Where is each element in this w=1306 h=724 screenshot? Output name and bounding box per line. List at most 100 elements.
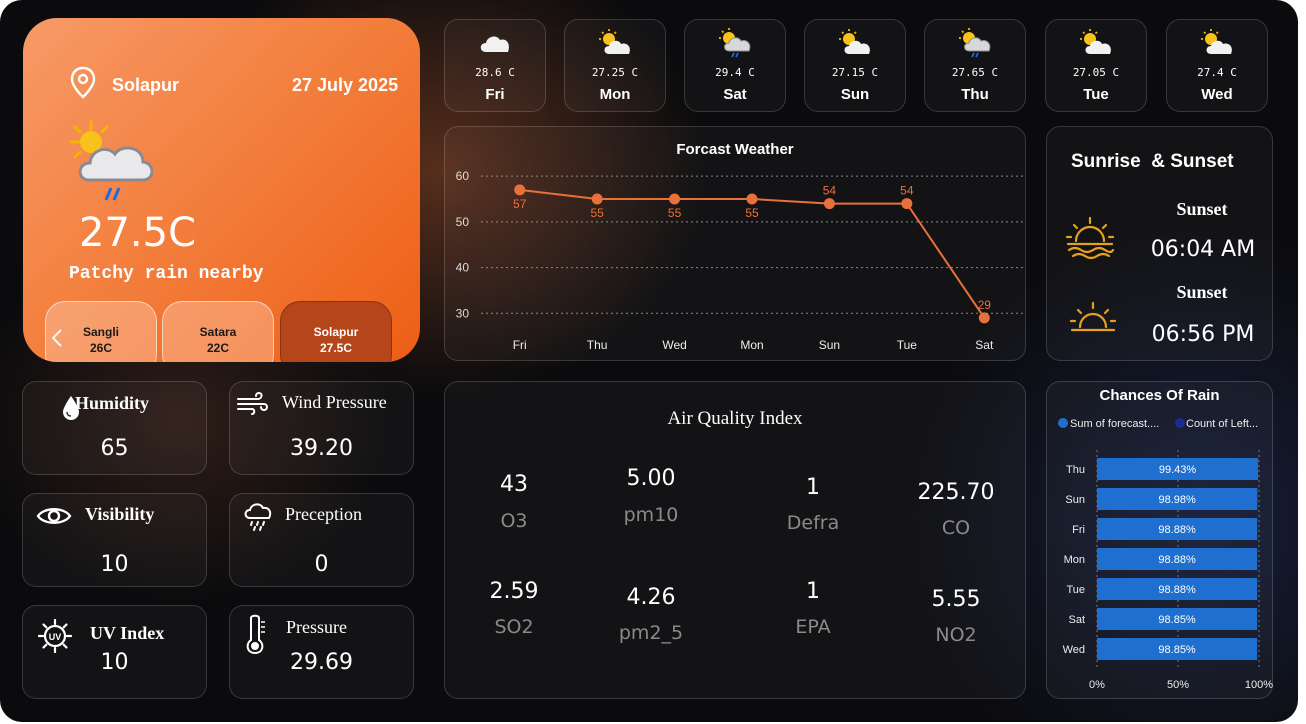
day-name: Wed — [1201, 86, 1233, 103]
aq-pm10-value: 5.00 — [626, 466, 676, 491]
data-point — [591, 193, 603, 205]
x-tick-label: Tue — [897, 338, 918, 352]
data-point — [901, 198, 913, 210]
wind-pressure-label: Wind Pressure — [282, 392, 387, 412]
pressure-label: Pressure — [286, 617, 347, 637]
uv-index-value: 10 — [100, 650, 129, 675]
sunset-icon — [1069, 301, 1117, 332]
day-card-fri[interactable]: 28.6 C Fri — [444, 19, 546, 112]
x-tick-label: Sun — [819, 338, 840, 352]
day-temp: 29.4 C — [715, 66, 755, 79]
y-tick-label: Tue — [1066, 584, 1085, 596]
legend-marker — [1058, 418, 1068, 428]
y-tick-label: 60 — [456, 169, 470, 183]
aq-pm10-label: pm10 — [623, 504, 679, 526]
y-tick-label: 50 — [456, 215, 470, 229]
forecast-chart-card: Forcast Weather 30 40 50 60 57 Fri 55 Thu 55 Wed 5… — [444, 126, 1026, 361]
day-card-tue[interactable]: 27.05 C Tue — [1045, 19, 1147, 112]
x-tick-label: Fri — [513, 338, 527, 352]
city-name: Satara — [199, 325, 237, 339]
uv-sun-icon: UV — [38, 619, 72, 653]
cloud-icon — [480, 36, 509, 52]
legend-marker — [1175, 418, 1185, 428]
current-city: Solapur — [112, 75, 180, 95]
bar-value-label: 99.43% — [1159, 464, 1197, 476]
city-temp: 22C — [206, 341, 229, 355]
sunrise-label: Sunset — [1176, 199, 1228, 219]
city-button-solapur[interactable]: Solapur 27.5C — [280, 301, 392, 362]
y-tick-label: Sat — [1068, 614, 1085, 626]
day-temp: 27.15 C — [831, 66, 879, 79]
bar-value-label: 98.85% — [1158, 614, 1196, 626]
aq-co-value: 225.70 — [917, 480, 995, 505]
legend-label: Sum of forecast.... — [1070, 418, 1159, 430]
city-button-sangli[interactable]: Sangli 26C — [45, 301, 157, 362]
partly-cloudy-icon — [1201, 29, 1232, 54]
city-name: Sangli — [82, 325, 119, 339]
current-weather-card: Solapur 27 July 2025 27.5C Patchy rain n… — [23, 18, 420, 362]
sunset-time: 06:56 PM — [1151, 322, 1255, 347]
bar-value-label: 98.98% — [1159, 494, 1197, 506]
data-point — [746, 193, 758, 205]
day-card-wed[interactable]: 27.4 C Wed — [1166, 19, 1268, 112]
x-tick-label: Wed — [662, 338, 686, 352]
data-label: 57 — [513, 197, 527, 211]
day-temp: 27.25 C — [591, 66, 639, 79]
legend-label: Count of Left... — [1186, 418, 1258, 430]
day-temp: 27.4 C — [1197, 66, 1237, 79]
aq-co-label: CO — [941, 517, 971, 539]
day-name: Mon — [599, 86, 631, 103]
day-card-thu[interactable]: 27.65 C Thu — [924, 19, 1026, 112]
y-tick-label: Fri — [1072, 524, 1085, 536]
day-name: Tue — [1083, 86, 1109, 103]
data-label: 55 — [590, 206, 604, 220]
sunset-label: Sunset — [1176, 282, 1228, 302]
sunrise-sunset-card: Sunrise & Sunset Sunset 06:04 AM Sunset … — [1046, 126, 1273, 361]
partly-cloudy-icon — [839, 29, 870, 54]
day-card-mon[interactable]: 27.25 C Mon — [564, 19, 666, 112]
day-name: Sat — [723, 86, 747, 103]
air-quality-card: Air Quality Index 43 O3 5.00 pm10 1 Defr… — [444, 381, 1026, 699]
data-label: 54 — [900, 184, 914, 198]
pressure-card: Pressure 29.69 — [229, 605, 414, 699]
city-temp: 27.5C — [319, 341, 353, 355]
day-name: Thu — [961, 86, 989, 103]
partly-cloudy-rain-icon — [959, 28, 991, 58]
forecast-line-chart: 30 40 50 60 57 Fri 55 Thu 55 Wed 55 Mon 54 Sun 54 Tue 29… — [456, 169, 1023, 352]
rain-chance-bar-chart: Sum of forecast.... Count of Left... Thu 99… — [1058, 418, 1273, 691]
day-temp: 28.6 C — [475, 66, 515, 79]
bar-value-label: 98.85% — [1158, 644, 1196, 656]
dashboard: Solapur 27 July 2025 27.5C Patchy rain n… — [0, 0, 1298, 722]
preception-card: Preception 0 — [229, 493, 414, 587]
bar-value-label: 98.88% — [1158, 524, 1196, 536]
data-label: 29 — [978, 298, 992, 312]
aq-no2-label: NO2 — [935, 624, 977, 646]
uv-index-card: UV UV Index 10 — [22, 605, 207, 699]
visibility-card: Visibility 10 — [22, 493, 207, 587]
data-label: 55 — [668, 206, 682, 220]
current-date: 27 July 2025 — [292, 75, 399, 95]
y-tick-label: 40 — [456, 261, 470, 275]
city-button-satara[interactable]: Satara 22C — [162, 301, 274, 362]
data-point — [514, 184, 526, 196]
aq-defra-label: Defra — [786, 512, 840, 534]
x-tick-label: 0% — [1089, 679, 1105, 691]
day-temp: 27.05 C — [1072, 66, 1120, 79]
x-tick-label: Sat — [975, 338, 994, 352]
current-condition: Patchy rain nearby — [69, 264, 264, 284]
data-label: 55 — [745, 206, 759, 220]
wind-pressure-value: 39.20 — [290, 436, 353, 461]
bar-value-label: 98.88% — [1158, 554, 1196, 566]
aq-pm2_5-value: 4.26 — [626, 585, 676, 610]
sun-title: Sunrise & Sunset — [1071, 151, 1234, 172]
humidity-card: Humidity 65 — [22, 381, 207, 475]
visibility-label: Visibility — [85, 504, 155, 524]
day-card-sun[interactable]: 27.15 C Sun — [804, 19, 906, 112]
y-tick-label: Mon — [1064, 554, 1085, 566]
day-card-sat[interactable]: 29.4 C Sat — [684, 19, 786, 112]
aq-epa-label: EPA — [795, 616, 831, 638]
visibility-value: 10 — [100, 552, 129, 577]
sunrise-icon — [1065, 216, 1115, 260]
location-pin-icon — [70, 66, 96, 99]
air-quality-title: Air Quality Index — [667, 408, 803, 429]
